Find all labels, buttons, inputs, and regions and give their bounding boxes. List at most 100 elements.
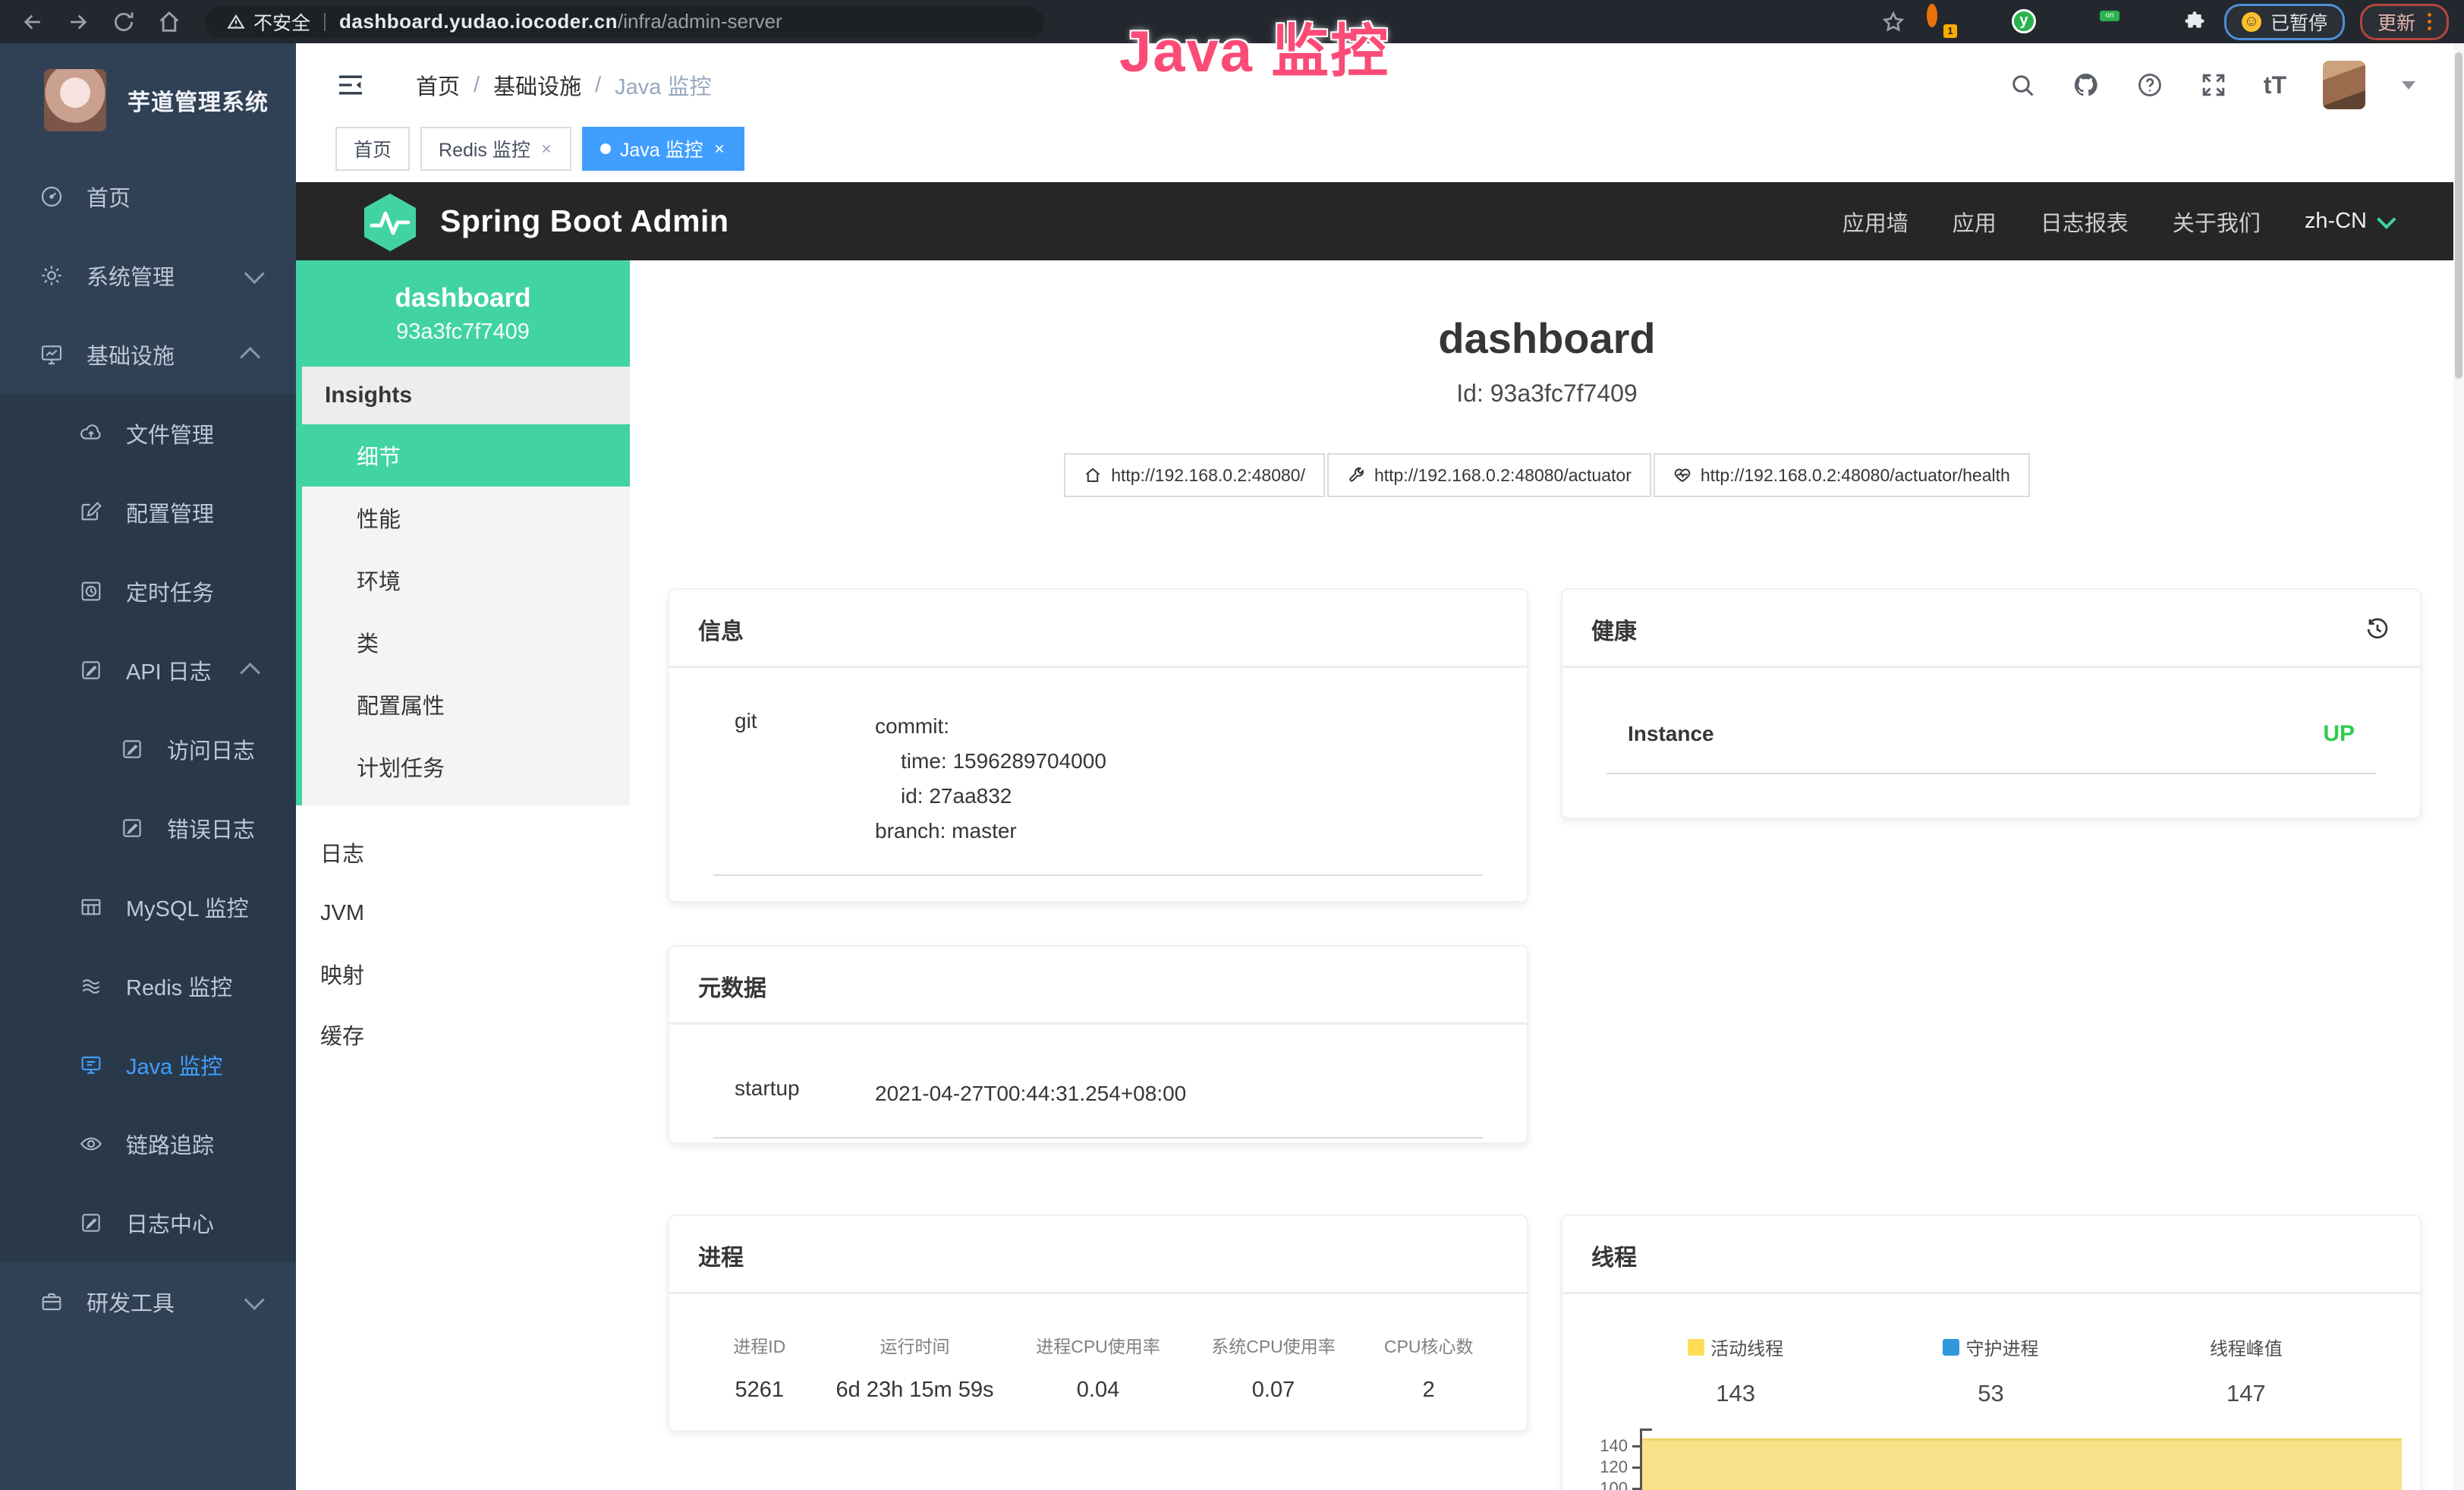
insight-item-config-props[interactable]: 配置属性 xyxy=(302,673,630,736)
instance-item-jvm[interactable]: JVM xyxy=(296,883,630,943)
update-button[interactable]: 更新 xyxy=(2360,4,2449,40)
sidebar-item-mysql-monitor[interactable]: MySQL 监控 xyxy=(0,868,296,947)
process-table-values: 5261 6d 23h 15m 59s 0.04 0.07 2 xyxy=(700,1358,1496,1403)
instance-sidebar: dashboard 93a3fc7f7409 Insights 细节 性能 环境… xyxy=(296,260,630,1490)
insight-item-classes[interactable]: 类 xyxy=(302,611,630,673)
instance-header[interactable]: dashboard 93a3fc7f7409 xyxy=(296,260,630,367)
insight-item-environment[interactable]: 环境 xyxy=(302,549,630,611)
peak-threads-value: 147 xyxy=(2226,1380,2266,1407)
info-key: git xyxy=(735,709,875,849)
sba-logo-icon[interactable] xyxy=(363,192,417,251)
info-value: commit: time: 1596289704000 id: 27aa832 … xyxy=(875,709,1106,849)
tab-label: 首页 xyxy=(354,135,392,162)
sidebar-item-file-management[interactable]: 文件管理 xyxy=(0,394,296,473)
sidebar-item-dev-tools[interactable]: 研发工具 xyxy=(0,1262,296,1341)
instance-item-mappings[interactable]: 映射 xyxy=(296,943,630,1004)
tab-java-monitor[interactable]: Java 监控 xyxy=(582,127,744,171)
github-icon[interactable] xyxy=(2072,71,2100,99)
instance-item-logs[interactable]: 日志 xyxy=(296,822,630,883)
browser-reload-icon[interactable] xyxy=(111,9,137,35)
extension-leaf-icon[interactable] xyxy=(2139,9,2165,35)
sba-nav-wallboard[interactable]: 应用墙 xyxy=(1842,206,1909,238)
sidebar-item-label: Redis 监控 xyxy=(126,970,232,1002)
insights-section-label: Insights xyxy=(302,367,630,424)
insight-item-scheduled-tasks[interactable]: 计划任务 xyxy=(302,736,630,798)
address-bar[interactable]: 不安全 dashboard.yudao.iocoder.cn /infra/ad… xyxy=(205,7,1044,37)
breadcrumb-infrastructure[interactable]: 基础设施 xyxy=(493,69,581,101)
tab-label: Redis 监控 xyxy=(439,135,530,162)
sidebar-item-config-management[interactable]: 配置管理 xyxy=(0,473,296,552)
user-menu-caret-icon[interactable] xyxy=(2402,81,2415,90)
info-card-title: 信息 xyxy=(698,613,744,646)
sidebar-item-label: 错误日志 xyxy=(167,812,255,844)
sidebar-item-label: 定时任务 xyxy=(126,575,214,607)
help-icon[interactable] xyxy=(2136,71,2163,99)
tab-redis-monitor[interactable]: Redis 监控 xyxy=(420,127,571,171)
sba-nav-applications[interactable]: 应用 xyxy=(1953,206,1997,238)
insight-item-metrics[interactable]: 性能 xyxy=(302,487,630,549)
sidebar-item-infrastructure[interactable]: 基础设施 xyxy=(0,315,296,394)
extension-list-on-icon[interactable]: on xyxy=(2097,9,2123,35)
process-col-cpus: CPU核心数 xyxy=(1361,1332,1497,1358)
search-icon[interactable] xyxy=(2009,71,2036,99)
browser-home-icon[interactable] xyxy=(156,9,182,35)
legend-live-threads: 活动线程 143 xyxy=(1608,1334,1863,1407)
page-scrollbar[interactable] xyxy=(2453,43,2464,1490)
threads-card-title: 线程 xyxy=(1591,1239,1637,1272)
log-icon xyxy=(120,737,144,761)
breadcrumb-home[interactable]: 首页 xyxy=(416,69,460,101)
browser-menu-kebab-icon[interactable] xyxy=(2428,13,2431,30)
tab-home[interactable]: 首页 xyxy=(335,127,410,171)
bookmark-star-icon[interactable] xyxy=(1881,10,1905,34)
extension-orange-ring-icon[interactable]: 1 xyxy=(1927,9,1953,35)
y-axis-top-tick xyxy=(1640,1429,1652,1431)
url-host: dashboard.yudao.iocoder.cn xyxy=(339,10,618,33)
health-url-button[interactable]: http://192.168.0.2:48080/actuator/health xyxy=(1654,453,2030,497)
sidebar-item-system-management[interactable]: 系统管理 xyxy=(0,236,296,315)
process-col-process-cpu: 进程CPU使用率 xyxy=(1011,1332,1186,1358)
legend-label: 线程峰值 xyxy=(2210,1334,2283,1360)
extension-pin-icon[interactable] xyxy=(1969,9,1995,35)
font-size-icon[interactable]: tT xyxy=(2264,71,2286,99)
sidebar-item-redis-monitor[interactable]: Redis 监控 xyxy=(0,947,296,1025)
health-history-icon[interactable] xyxy=(2364,616,2391,643)
sidebar-item-label: 配置管理 xyxy=(126,496,214,528)
sba-nav-about[interactable]: 关于我们 xyxy=(2173,206,2261,238)
sidebar-item-error-logs[interactable]: 错误日志 xyxy=(0,789,296,868)
scrollbar-thumb[interactable] xyxy=(2455,52,2462,379)
eye-icon xyxy=(79,1132,103,1156)
sidebar-item-log-center[interactable]: 日志中心 xyxy=(0,1183,296,1262)
browser-back-icon[interactable] xyxy=(20,9,46,35)
insight-item-details[interactable]: 细节 xyxy=(302,424,630,487)
instance-item-caches[interactable]: 缓存 xyxy=(296,1004,630,1065)
user-avatar[interactable] xyxy=(2323,61,2365,109)
health-key: Instance xyxy=(1628,722,1714,746)
sba-title[interactable]: Spring Boot Admin xyxy=(440,203,729,239)
sidebar-item-api-logs[interactable]: API 日志 xyxy=(0,631,296,710)
browser-forward-icon[interactable] xyxy=(65,9,91,35)
extension-puzzle-icon[interactable] xyxy=(2182,9,2208,35)
sba-nav-journal[interactable]: 日志报表 xyxy=(2041,206,2129,238)
paused-badge[interactable]: ☺ 已暂停 xyxy=(2224,4,2345,40)
sidebar-item-access-logs[interactable]: 访问日志 xyxy=(0,710,296,789)
tab-close-icon[interactable] xyxy=(540,142,553,156)
actuator-url-button[interactable]: http://192.168.0.2:48080/actuator xyxy=(1327,453,1651,497)
sidebar-item-tracing[interactable]: 链路追踪 xyxy=(0,1104,296,1183)
emoji-face-icon: ☺ xyxy=(2242,12,2261,32)
sidebar-item-home[interactable]: 首页 xyxy=(0,157,296,236)
address-divider xyxy=(324,13,326,31)
collapse-menu-icon[interactable] xyxy=(335,70,366,100)
process-pid-value: 5261 xyxy=(700,1378,820,1403)
fullscreen-icon[interactable] xyxy=(2200,71,2227,99)
sidebar-item-scheduled-jobs[interactable]: 定时任务 xyxy=(0,552,296,631)
app-logo-row[interactable]: 芋道管理系统 xyxy=(0,43,296,157)
health-url: http://192.168.0.2:48080/actuator/health xyxy=(1701,465,2010,486)
info-git-row: git commit: time: 1596289704000 id: 27aa… xyxy=(713,701,1483,876)
app-logo-image xyxy=(44,69,106,131)
sidebar-item-java-monitor[interactable]: Java 监控 xyxy=(0,1025,296,1104)
sba-locale-select[interactable]: zh-CN xyxy=(2305,209,2391,234)
extension-grid-icon[interactable] xyxy=(2054,9,2080,35)
service-url-button[interactable]: http://192.168.0.2:48080/ xyxy=(1064,453,1325,497)
extension-green-y-icon[interactable]: y xyxy=(2012,9,2038,35)
tab-close-icon[interactable] xyxy=(713,142,726,156)
